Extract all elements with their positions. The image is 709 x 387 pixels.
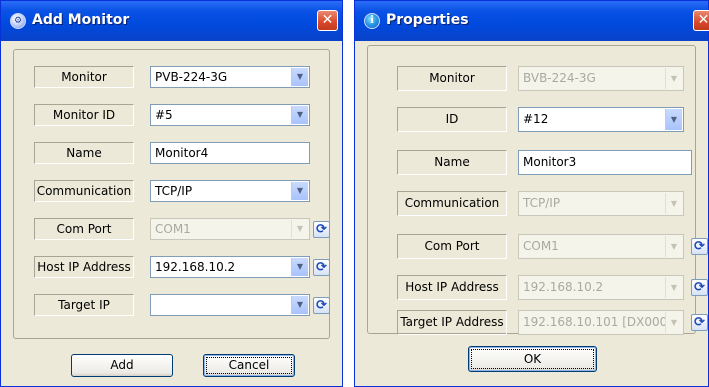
- target-ip-refresh-button[interactable]: ⟳: [313, 297, 330, 314]
- name-input[interactable]: Monitor4: [150, 142, 310, 164]
- refresh-icon: ⟳: [316, 222, 327, 237]
- target-ip-value: 192.168.10.101 [DX000473]: [523, 315, 684, 329]
- dialog-title: Properties: [386, 12, 469, 28]
- com-port-value: COM1: [523, 239, 559, 253]
- communication-label: Communication: [397, 191, 507, 216]
- chevron-down-icon: ▼: [291, 220, 308, 238]
- chevron-down-icon: ▼: [665, 312, 682, 333]
- name-input[interactable]: Monitor3: [518, 150, 692, 175]
- host-ip-value: 192.168.10.2: [155, 260, 236, 274]
- close-icon: ✕: [321, 12, 334, 28]
- chevron-down-icon: ▼: [665, 277, 682, 298]
- name-label: Name: [34, 142, 134, 164]
- chevron-down-icon[interactable]: ▼: [291, 296, 308, 314]
- name-input-value: Monitor3: [523, 155, 577, 169]
- com-port-value: COM1: [155, 222, 191, 236]
- cancel-button[interactable]: Cancel: [203, 354, 295, 377]
- monitor-select[interactable]: PVB-224-3G ▼: [150, 66, 310, 88]
- monitor-label: Monitor: [397, 66, 507, 91]
- host-ip-select: 192.168.10.2 ▼: [518, 275, 684, 300]
- communication-select[interactable]: TCP/IP ▼: [150, 180, 310, 202]
- chevron-down-icon: ▼: [665, 193, 682, 214]
- communication-value: TCP/IP: [155, 184, 193, 198]
- com-port-select: COM1 ▼: [150, 218, 310, 240]
- monitor-select-value: BVB-224-3G: [523, 71, 596, 85]
- id-label: ID: [397, 107, 507, 132]
- id-value: #12: [523, 112, 549, 126]
- chevron-down-icon[interactable]: ▼: [291, 106, 308, 124]
- com-port-label: Com Port: [34, 218, 134, 240]
- properties-title-bar[interactable]: i Properties ✕: [355, 1, 709, 41]
- chevron-down-icon[interactable]: ▼: [291, 68, 308, 86]
- monitor-label: Monitor: [34, 66, 134, 88]
- monitor-id-select[interactable]: #5 ▼: [150, 104, 310, 126]
- monitor-id-label: Monitor ID: [34, 104, 134, 126]
- host-ip-label: Host IP Address: [397, 275, 507, 300]
- target-ip-select[interactable]: ▼: [150, 294, 310, 316]
- com-port-refresh-button[interactable]: ⟳: [313, 221, 330, 238]
- properties-dialog: i Properties ✕ Monitor BVB-224-3G ▼ ID #…: [354, 0, 709, 387]
- close-button[interactable]: ✕: [317, 10, 338, 31]
- chevron-down-icon: ▼: [665, 236, 682, 257]
- host-ip-select[interactable]: 192.168.10.2 ▼: [150, 256, 310, 278]
- refresh-icon: ⟳: [694, 315, 705, 330]
- host-ip-value: 192.168.10.2: [523, 280, 604, 294]
- monitor-select-value: PVB-224-3G: [155, 70, 228, 84]
- close-button[interactable]: ✕: [693, 10, 709, 31]
- com-port-select: COM1 ▼: [518, 234, 684, 259]
- properties-settings-group: Monitor BVB-224-3G ▼ ID #12 ▼ Name Monit…: [367, 45, 708, 335]
- close-icon: ✕: [697, 12, 709, 28]
- communication-value: TCP/IP: [523, 196, 561, 210]
- monitor-id-value: #5: [155, 108, 173, 122]
- monitor-settings-group: Monitor PVB-224-3G ▼ Monitor ID #5 ▼ Nam…: [13, 49, 330, 339]
- target-ip-label: Target IP: [34, 294, 134, 316]
- info-icon: i: [364, 13, 380, 29]
- add-button[interactable]: Add: [71, 354, 173, 377]
- target-ip-label: Target IP Address: [397, 310, 507, 335]
- host-ip-label: Host IP Address: [34, 256, 134, 278]
- name-input-value: Monitor4: [155, 146, 209, 160]
- gear-icon: ⚙: [10, 13, 26, 29]
- monitor-select: BVB-224-3G ▼: [518, 66, 684, 91]
- chevron-down-icon[interactable]: ▼: [665, 109, 682, 130]
- refresh-icon: ⟳: [316, 260, 327, 275]
- communication-select: TCP/IP ▼: [518, 191, 684, 216]
- refresh-icon: ⟳: [316, 298, 327, 313]
- add-monitor-dialog: ⚙ Add Monitor ✕ Monitor PVB-224-3G ▼ Mon…: [0, 0, 343, 387]
- com-port-label: Com Port: [397, 234, 507, 259]
- add-monitor-title-bar[interactable]: ⚙ Add Monitor ✕: [1, 1, 342, 41]
- dialog-title: Add Monitor: [32, 12, 130, 28]
- com-port-refresh-button[interactable]: ⟳: [691, 238, 708, 255]
- target-ip-refresh-button[interactable]: ⟳: [691, 314, 708, 331]
- refresh-icon: ⟳: [694, 280, 705, 295]
- host-ip-refresh-button[interactable]: ⟳: [313, 259, 330, 276]
- target-ip-select: 192.168.10.101 [DX000473] ▼: [518, 310, 684, 335]
- chevron-down-icon[interactable]: ▼: [291, 182, 308, 200]
- chevron-down-icon: ▼: [665, 68, 682, 89]
- id-select[interactable]: #12 ▼: [518, 107, 684, 132]
- chevron-down-icon[interactable]: ▼: [291, 258, 308, 276]
- ok-button[interactable]: OK: [468, 346, 597, 372]
- host-ip-refresh-button[interactable]: ⟳: [691, 279, 708, 296]
- name-label: Name: [397, 150, 507, 175]
- communication-label: Communication: [34, 180, 134, 202]
- refresh-icon: ⟳: [694, 239, 705, 254]
